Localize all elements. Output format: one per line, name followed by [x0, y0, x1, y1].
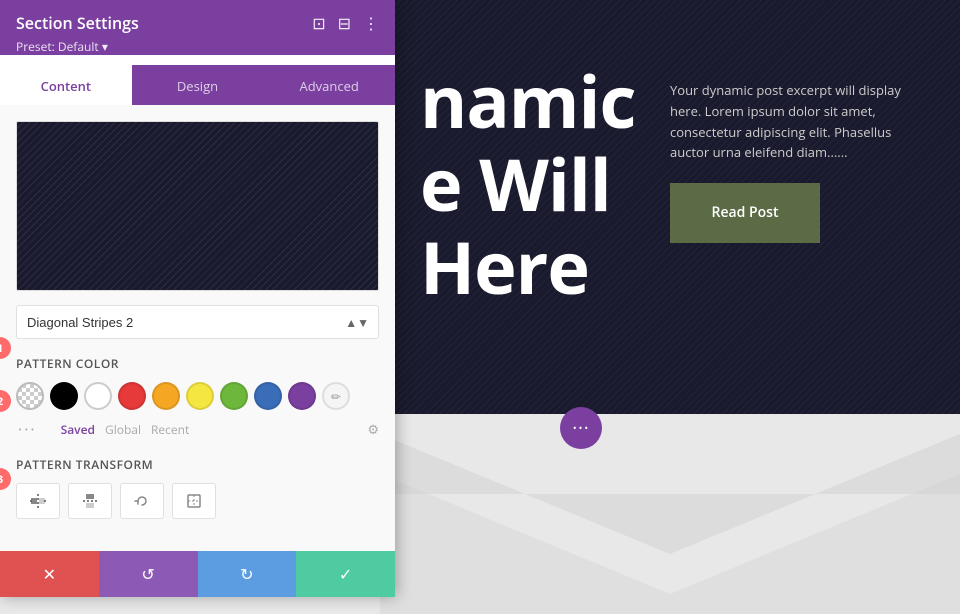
color-swatch-blue[interactable] [254, 382, 282, 410]
color-dots-icon[interactable]: ··· [18, 418, 37, 440]
color-swatch-custom[interactable]: ✏ [322, 382, 350, 410]
more-options-icon[interactable]: ⋮ [363, 12, 379, 34]
step-badge-1: 1 [0, 337, 11, 359]
pattern-color-section: Pattern Color [16, 355, 379, 440]
cancel-button[interactable]: ✕ [0, 551, 99, 597]
redo-button[interactable]: ↻ [198, 551, 297, 597]
reset-transform-button[interactable] [172, 483, 216, 519]
pattern-transform-label: Pattern Transform [16, 456, 379, 473]
saved-link[interactable]: Saved [61, 421, 95, 438]
color-swatch-row: ✏ [16, 382, 379, 410]
floating-dots-button[interactable]: ··· [560, 407, 602, 449]
pattern-dropdown-row: Diagonal Stripes 2 None Diagonal Stripes… [16, 305, 379, 339]
color-swatch-black[interactable] [50, 382, 78, 410]
pattern-color-label: Pattern Color [16, 355, 379, 372]
reset-icon: ↺ [141, 563, 154, 585]
excerpt-block: Your dynamic post excerpt will display h… [670, 80, 930, 243]
step-badge-2: 2 [0, 390, 11, 412]
action-bar: ✕ ↺ ↻ ✓ [0, 551, 395, 597]
expand-icon[interactable]: ⊡ [312, 12, 325, 34]
save-icon: ✓ [339, 563, 352, 585]
panel-header-icons: ⊡ ⊟ ⋮ [312, 12, 379, 34]
color-mode-links: Saved Global Recent [61, 421, 190, 438]
preset-dropdown[interactable]: ▾ [102, 38, 108, 55]
panel-tabs: Content Design Advanced [0, 65, 395, 105]
color-saved-row: ··· Saved Global Recent ⚙ [16, 418, 379, 440]
excerpt-text: Your dynamic post excerpt will display h… [670, 80, 930, 163]
reset-button[interactable]: ↺ [99, 551, 198, 597]
cancel-icon: ✕ [43, 563, 56, 585]
color-swatch-green[interactable] [220, 382, 248, 410]
hero-text: namic e Will Here [420, 60, 636, 308]
columns-icon[interactable]: ⊟ [338, 12, 351, 34]
read-post-button[interactable]: Read Post [670, 183, 820, 243]
tab-advanced[interactable]: Advanced [263, 65, 395, 105]
color-swatch-white[interactable] [84, 382, 112, 410]
redo-icon: ↻ [240, 563, 253, 585]
pattern-dropdown[interactable]: Diagonal Stripes 2 None Diagonal Stripes… [16, 305, 379, 339]
color-swatch-red[interactable] [118, 382, 146, 410]
panel-title: Section Settings [16, 12, 139, 34]
panel-preset: Preset: Default ▾ [16, 38, 379, 55]
color-swatch-transparent[interactable] [16, 382, 44, 410]
panel-header: Section Settings ⊡ ⊟ ⋮ Preset: Default ▾ [0, 0, 395, 55]
flip-h-button[interactable] [16, 483, 60, 519]
recent-link[interactable]: Recent [151, 421, 189, 438]
color-settings-icon[interactable]: ⚙ [367, 420, 379, 438]
color-swatch-yellow[interactable] [186, 382, 214, 410]
global-link[interactable]: Global [105, 421, 141, 438]
flip-v-button[interactable] [68, 483, 112, 519]
pattern-preview [16, 121, 379, 291]
color-swatch-purple[interactable] [288, 382, 316, 410]
save-button[interactable]: ✓ [296, 551, 395, 597]
transform-buttons [16, 483, 379, 519]
chevron-container [380, 414, 960, 614]
tab-design[interactable]: Design [132, 65, 264, 105]
pattern-transform-section: Pattern Transform [16, 456, 379, 519]
rotate-button[interactable] [120, 483, 164, 519]
color-swatch-orange[interactable] [152, 382, 180, 410]
panel-body: 1 Diagonal Stripes 2 None Diagonal Strip… [0, 105, 395, 551]
tab-content[interactable]: Content [0, 65, 132, 105]
settings-panel: Section Settings ⊡ ⊟ ⋮ Preset: Default ▾… [0, 0, 395, 597]
panel-header-top: Section Settings ⊡ ⊟ ⋮ [16, 12, 379, 34]
step-badge-3: 3 [0, 468, 11, 490]
